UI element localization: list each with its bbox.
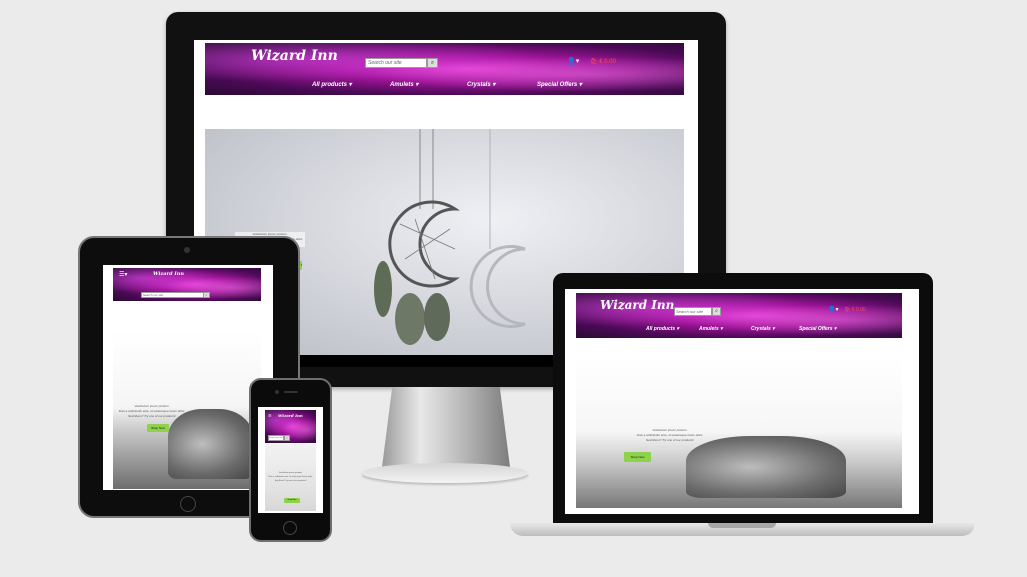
tablet-camera [184, 247, 190, 253]
cart-icon: 🛍 [590, 59, 598, 65]
tablet-site-header: ☰▾ Wizard Inn Search our site ⌕ [113, 268, 261, 301]
search-button[interactable]: ⌕ [427, 58, 438, 68]
desktop-site-header: Wizard Inn Search our site ⌕ 👤▾ 🛍 € 0.00… [205, 43, 684, 95]
cart-total-label: € 0.00 [599, 59, 616, 65]
search-icon: ⌕ [286, 436, 288, 440]
phone-screen: ☰ Wizard Inn Search our site ⌕ Vestibulu… [258, 407, 323, 513]
search-input[interactable]: Search our site [365, 58, 427, 68]
search-input[interactable]: Search our site [141, 292, 204, 298]
hands-face-graphic [168, 409, 253, 479]
tablet-home-button[interactable] [180, 496, 196, 512]
shop-now-button[interactable]: Shop Now [624, 452, 651, 462]
phone-site-header: ☰ Wizard Inn Search our site ⌕ [265, 410, 316, 443]
laptop-notch [708, 523, 776, 528]
tablet-screen: ☰▾ Wizard Inn Search our site ⌕ Vestibul… [103, 265, 273, 490]
phone-camera [275, 390, 279, 394]
site-logo[interactable]: Wizard Inn [251, 48, 338, 64]
search-button[interactable]: ⌕ [284, 435, 290, 441]
monitor-base [362, 463, 528, 483]
user-icon[interactable]: 👤▾ [567, 57, 579, 65]
hero-text: Vestibulum ipsum pretium. Duis a sollici… [265, 471, 316, 483]
phone-speaker [284, 391, 298, 393]
phone: ☰ Wizard Inn Search our site ⌕ Vestibulu… [249, 378, 332, 542]
laptop-screen: Wizard Inn Search our site ⌕ 👤▾ 🛍 € 0.00… [565, 289, 919, 514]
shop-now-button[interactable]: Shop Now [147, 424, 169, 432]
hero-text: Vestibulum ipsum pretium. Duis a sollici… [620, 428, 720, 443]
nav-special-offers[interactable]: Special Offers ▾ [799, 326, 836, 332]
menu-icon[interactable]: ☰ [268, 413, 272, 418]
search-input[interactable]: Search our site [674, 307, 712, 316]
search-icon: ⌕ [715, 308, 718, 314]
laptop: Wizard Inn Search our site ⌕ 👤▾ 🛍 € 0.00… [553, 273, 933, 523]
search-input[interactable]: Search our site [268, 435, 284, 441]
nav-all-products[interactable]: All products ▾ [312, 81, 352, 88]
nav-crystals[interactable]: Crystals ▾ [467, 81, 495, 88]
hands-face-graphic [686, 436, 846, 498]
nav-all-products[interactable]: All products ▾ [646, 326, 679, 332]
user-icon[interactable]: 👤▾ [828, 306, 838, 313]
phone-home-button[interactable] [283, 521, 297, 535]
hero-line-3: Sed libero? Try one of our products! [274, 480, 307, 482]
cart-total[interactable]: 🛍 € 0.00 [844, 307, 866, 313]
cart-total-label: € 0.00 [851, 307, 866, 313]
search-button[interactable]: ⌕ [203, 292, 210, 298]
hero-text: Vestibulum ipsum pretium. Duis a sollici… [117, 404, 187, 419]
site-logo[interactable]: Wizard Inn [153, 271, 184, 277]
shop-now-button[interactable]: Shop Now [284, 498, 300, 503]
nav-crystals[interactable]: Crystals ▾ [751, 326, 775, 332]
laptop-base [510, 523, 975, 536]
site-logo[interactable]: Wizard Inn [278, 413, 303, 418]
hero-line-3: Sed libero? Try one of our products! [128, 414, 176, 418]
search-icon: ⌕ [205, 293, 208, 297]
nav-special-offers[interactable]: Special Offers ▾ [537, 81, 582, 88]
cart-icon: 🛍 [844, 307, 851, 313]
monitor-stand [382, 387, 510, 467]
menu-icon[interactable]: ☰▾ [119, 271, 127, 278]
nav-amulets[interactable]: Amulets ▾ [699, 326, 723, 332]
site-logo[interactable]: Wizard Inn [600, 298, 674, 312]
search-icon: ⌕ [430, 60, 435, 66]
nav-amulets[interactable]: Amulets ▾ [390, 81, 418, 88]
hero-line-3: Sed libero? Try one of our products! [646, 438, 694, 442]
laptop-site-header: Wizard Inn Search our site ⌕ 👤▾ 🛍 € 0.00… [576, 293, 902, 338]
cart-total[interactable]: 🛍 € 0.00 [590, 58, 616, 65]
search-button[interactable]: ⌕ [712, 307, 721, 316]
